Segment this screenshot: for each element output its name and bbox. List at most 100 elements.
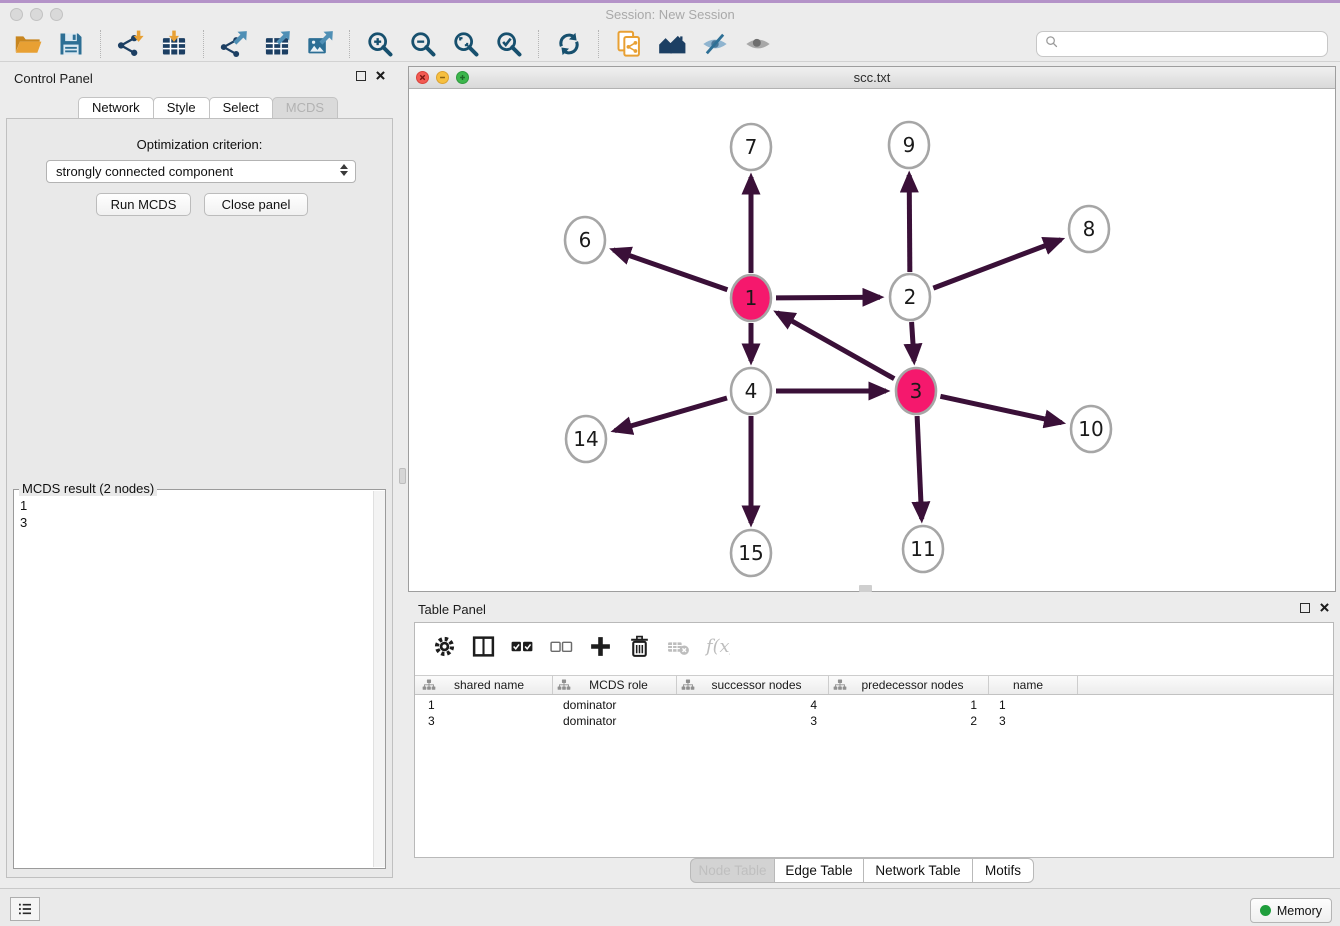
result-scrollbar[interactable] bbox=[373, 491, 385, 867]
network-graph: 7968124314101511 bbox=[409, 89, 1335, 591]
column-header-successor-nodes[interactable]: successor nodes bbox=[677, 676, 829, 694]
memory-status-icon bbox=[1260, 905, 1271, 916]
tree-icon bbox=[557, 679, 571, 691]
export-image-icon[interactable] bbox=[298, 28, 341, 60]
zoom-window-button[interactable] bbox=[50, 8, 63, 21]
graph-edge-2-8[interactable] bbox=[933, 240, 1061, 288]
memory-button[interactable]: Memory bbox=[1250, 898, 1332, 923]
zoom-fit-icon[interactable] bbox=[444, 28, 487, 60]
network-window-title: scc.txt bbox=[409, 67, 1335, 89]
column-header-name[interactable]: name bbox=[989, 676, 1078, 694]
horizontal-splitter-handle[interactable] bbox=[859, 585, 872, 592]
export-table-icon[interactable] bbox=[255, 28, 298, 60]
toolbar-separator bbox=[100, 30, 101, 58]
tab-network-table[interactable]: Network Table bbox=[863, 858, 973, 883]
delete-row-icon[interactable] bbox=[622, 630, 656, 662]
mcds-result-list: 13 bbox=[14, 493, 372, 868]
select-all-icon[interactable] bbox=[505, 630, 539, 662]
table-cell: 3 bbox=[677, 713, 829, 729]
run-mcds-button[interactable]: Run MCDS bbox=[96, 193, 191, 216]
control-panel-title: Control Panel bbox=[14, 71, 93, 86]
graph-node-2: 2 bbox=[890, 274, 930, 320]
table-panel-header: Table Panel bbox=[408, 596, 1340, 622]
table-rows: 1dominator4113dominator323 bbox=[415, 697, 1333, 729]
tree-icon bbox=[422, 679, 436, 691]
panel-list-button[interactable] bbox=[10, 897, 40, 921]
tab-style[interactable]: Style bbox=[153, 97, 210, 118]
search-input[interactable] bbox=[1063, 34, 1327, 54]
optimization-criterion-select[interactable]: strongly connected component bbox=[46, 160, 356, 183]
search-icon bbox=[1044, 34, 1059, 54]
app-titlebar: Session: New Session bbox=[0, 3, 1340, 26]
open-file-icon[interactable] bbox=[6, 28, 49, 60]
tab-mcds[interactable]: MCDS bbox=[272, 97, 338, 118]
column-header-predecessor-nodes[interactable]: predecessor nodes bbox=[829, 676, 989, 694]
import-network-icon[interactable] bbox=[109, 28, 152, 60]
graph-node-4: 4 bbox=[731, 368, 771, 414]
graph-edge-1-6[interactable] bbox=[613, 250, 727, 290]
import-table-icon[interactable] bbox=[152, 28, 195, 60]
tab-node-table[interactable]: Node Table bbox=[690, 858, 775, 883]
toolbar-separator bbox=[538, 30, 539, 58]
vertical-splitter-handle[interactable] bbox=[399, 468, 406, 484]
node-label: 3 bbox=[910, 379, 923, 403]
graph-edge-3-1[interactable] bbox=[777, 313, 894, 379]
graph-node-3: 3 bbox=[896, 368, 936, 414]
export-network-icon[interactable] bbox=[212, 28, 255, 60]
network-window-titlebar[interactable]: scc.txt bbox=[409, 67, 1335, 89]
table-row[interactable]: 3dominator323 bbox=[415, 713, 1333, 729]
graph-node-6: 6 bbox=[565, 217, 605, 263]
zoom-in-icon[interactable] bbox=[358, 28, 401, 60]
toolbar-separator bbox=[203, 30, 204, 58]
search-box[interactable] bbox=[1036, 31, 1328, 57]
close-panel-button[interactable]: Close panel bbox=[204, 193, 308, 216]
table-row[interactable]: 1dominator411 bbox=[415, 697, 1333, 713]
window-controls bbox=[10, 8, 63, 21]
minimize-window-button[interactable] bbox=[30, 8, 43, 21]
result-node-id: 3 bbox=[20, 514, 366, 531]
table-cell: dominator bbox=[553, 697, 677, 713]
tab-edge-table[interactable]: Edge Table bbox=[774, 858, 864, 883]
home-icon[interactable] bbox=[650, 28, 693, 60]
float-panel-icon[interactable] bbox=[356, 71, 366, 81]
float-table-panel-icon[interactable] bbox=[1300, 603, 1310, 613]
save-session-icon[interactable] bbox=[49, 28, 92, 60]
network-file-icon[interactable] bbox=[607, 28, 650, 60]
control-panel-tabs: NetworkStyleSelectMCDS bbox=[78, 97, 337, 118]
graph-edge-3-10[interactable] bbox=[940, 396, 1061, 422]
show-details-icon[interactable] bbox=[736, 28, 779, 60]
network-view-window: scc.txt 7968124314101511 bbox=[408, 66, 1336, 592]
node-label: 1 bbox=[745, 286, 758, 310]
tree-icon bbox=[681, 679, 695, 691]
graph-edge-2-3[interactable] bbox=[912, 322, 914, 361]
column-header-shared-name[interactable]: shared name bbox=[418, 676, 553, 694]
graph-node-10: 10 bbox=[1071, 406, 1111, 452]
graph-edge-1-2[interactable] bbox=[776, 297, 880, 298]
gear-icon[interactable] bbox=[427, 630, 461, 662]
network-canvas[interactable]: 7968124314101511 bbox=[409, 89, 1335, 591]
graph-edge-4-14[interactable] bbox=[615, 398, 727, 431]
zoom-out-icon[interactable] bbox=[401, 28, 444, 60]
tab-network[interactable]: Network bbox=[78, 97, 154, 118]
graph-edge-2-9[interactable] bbox=[909, 175, 910, 272]
close-table-panel-icon[interactable] bbox=[1319, 602, 1330, 613]
select-stepper-icon bbox=[340, 164, 348, 176]
column-header-label: name bbox=[989, 678, 1077, 692]
tab-select[interactable]: Select bbox=[209, 97, 273, 118]
table-cell: dominator bbox=[553, 713, 677, 729]
column-header-MCDS-role[interactable]: MCDS role bbox=[553, 676, 677, 694]
graph-node-14: 14 bbox=[566, 416, 606, 462]
deselect-all-icon[interactable] bbox=[544, 630, 578, 662]
add-row-icon[interactable] bbox=[583, 630, 617, 662]
close-window-button[interactable] bbox=[10, 8, 23, 21]
hide-details-icon[interactable] bbox=[693, 28, 736, 60]
graph-node-15: 15 bbox=[731, 530, 771, 576]
tab-motifs[interactable]: Motifs bbox=[972, 858, 1034, 883]
zoom-selected-icon[interactable] bbox=[487, 28, 530, 60]
split-table-icon[interactable] bbox=[466, 630, 500, 662]
node-label: 15 bbox=[738, 541, 763, 565]
graph-edge-3-11[interactable] bbox=[917, 416, 922, 519]
close-panel-icon[interactable] bbox=[375, 70, 386, 81]
refresh-icon[interactable] bbox=[547, 28, 590, 60]
node-label: 14 bbox=[573, 427, 598, 451]
